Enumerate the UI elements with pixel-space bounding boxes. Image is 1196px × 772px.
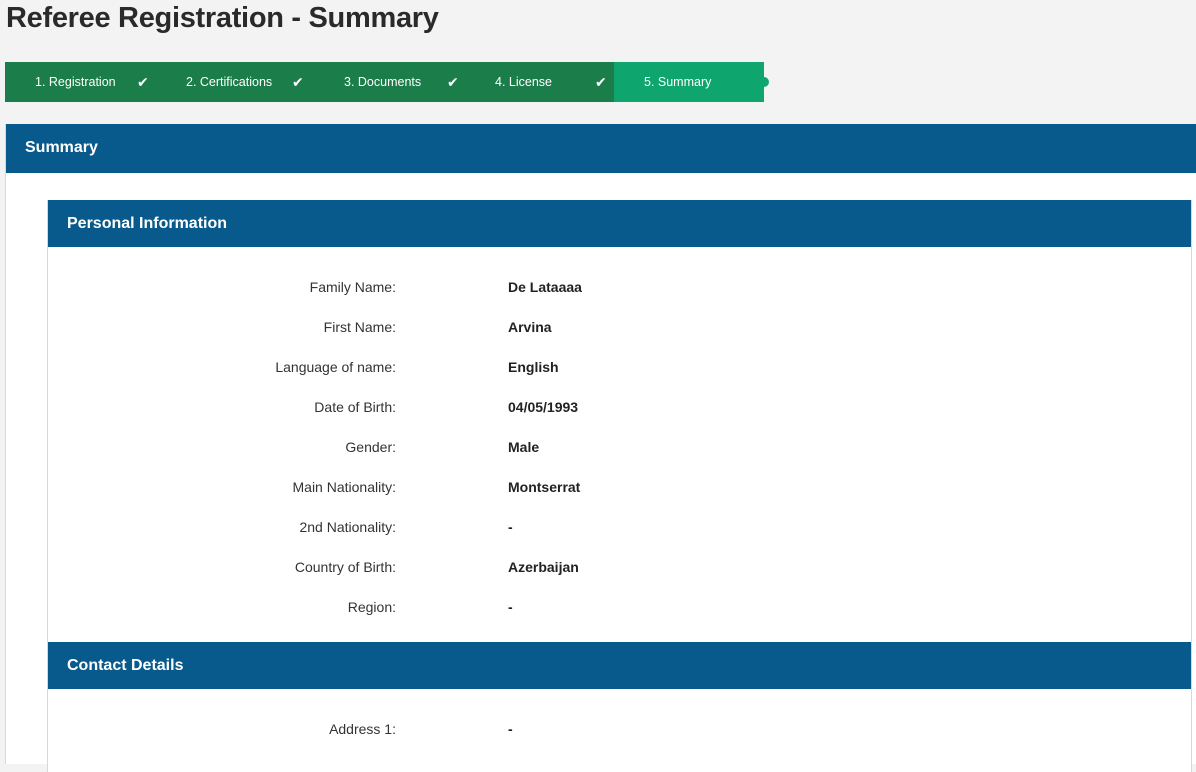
- field-label: Gender:: [345, 439, 396, 455]
- summary-card: Summary Personal Information Family Name…: [5, 124, 1196, 772]
- field-value: De Lataaaa: [508, 279, 582, 295]
- field-value: 04/05/1993: [508, 399, 579, 415]
- field-language-of-name: Language of name: English: [48, 349, 1191, 389]
- field-label: Language of name:: [275, 359, 396, 375]
- field-value: Male: [508, 439, 540, 455]
- contact-details-section: Contact Details Address 1: -: [47, 642, 1192, 772]
- step-summary[interactable]: 5. Summary: [614, 62, 769, 102]
- field-country-of-birth: Country of Birth: Azerbaijan: [48, 549, 1191, 589]
- field-label: Main Nationality:: [292, 479, 397, 495]
- field-family-name: Family Name: De Lataaaa: [48, 269, 1191, 309]
- field-value: -: [508, 519, 513, 535]
- field-2nd-nationality: 2nd Nationality: -: [48, 509, 1191, 549]
- field-label: First Name:: [323, 319, 396, 335]
- field-value: Azerbaijan: [508, 559, 579, 575]
- step-label: 1. Registration: [35, 75, 116, 89]
- field-label: Country of Birth:: [294, 559, 396, 575]
- contact-details-fields: Address 1: -: [48, 689, 1191, 751]
- step-registration[interactable]: 1. Registration ✔: [5, 62, 157, 102]
- field-main-nationality: Main Nationality: Montserrat: [48, 469, 1191, 509]
- field-value: Arvina: [508, 319, 552, 335]
- personal-information-fields: Family Name: De Lataaaa First Name: Arvi…: [48, 247, 1191, 629]
- page-title: Referee Registration - Summary: [6, 2, 439, 34]
- contact-details-title: Contact Details: [48, 642, 1191, 689]
- field-label: 2nd Nationality:: [299, 519, 396, 535]
- personal-information-title: Personal Information: [48, 200, 1191, 247]
- step-license[interactable]: 4. License ✔: [465, 62, 614, 102]
- field-label: Family Name:: [309, 279, 396, 295]
- field-value: -: [508, 599, 513, 615]
- field-value: Montserrat: [508, 479, 581, 495]
- step-label: 3. Documents: [344, 75, 422, 89]
- check-icon: ✔: [447, 73, 459, 90]
- step-label: 4. License: [495, 75, 552, 89]
- step-certifications[interactable]: 2. Certifications ✔: [157, 62, 314, 102]
- field-gender: Gender: Male: [48, 429, 1191, 469]
- field-region: Region: -: [48, 589, 1191, 629]
- field-label: Region:: [347, 599, 396, 615]
- field-label: Date of Birth:: [314, 399, 396, 415]
- field-date-of-birth: Date of Birth: 04/05/1993: [48, 389, 1191, 429]
- step-documents[interactable]: 3. Documents ✔: [314, 62, 465, 102]
- summary-card-title: Summary: [6, 124, 1196, 173]
- step-label: 5. Summary: [644, 75, 712, 89]
- field-first-name: First Name: Arvina: [48, 309, 1191, 349]
- check-icon: ✔: [137, 73, 149, 90]
- field-label: Address 1:: [329, 721, 396, 737]
- field-value: -: [508, 721, 513, 737]
- check-icon: ✔: [595, 73, 607, 90]
- check-icon: ✔: [292, 73, 304, 90]
- personal-information-section: Personal Information Family Name: De Lat…: [47, 200, 1192, 642]
- field-address-1: Address 1: -: [48, 711, 1191, 751]
- field-value: English: [508, 359, 559, 375]
- step-label: 2. Certifications: [186, 75, 273, 89]
- registration-stepper: 1. Registration ✔ 2. Certifications ✔ 3.…: [5, 62, 769, 102]
